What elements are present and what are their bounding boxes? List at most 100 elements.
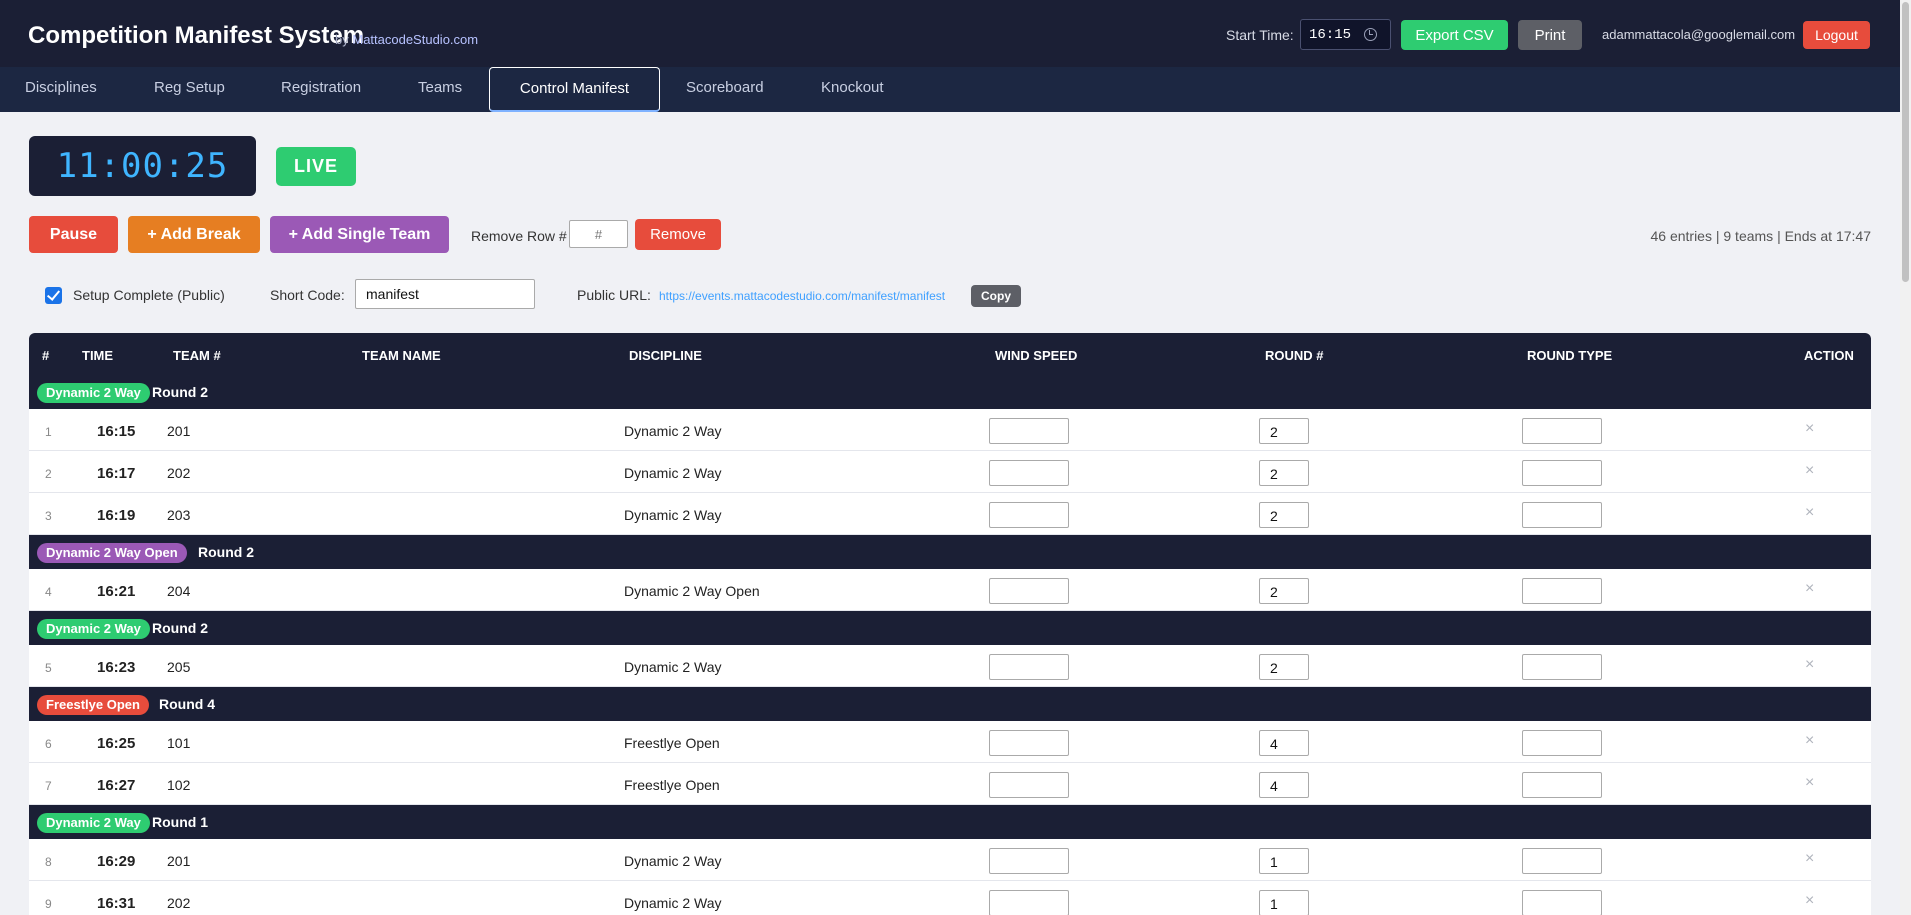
row-number: 4 — [45, 585, 52, 599]
round-number-input[interactable]: 2 — [1259, 578, 1309, 604]
page-scrollbar[interactable] — [1900, 0, 1911, 915]
wind-speed-input[interactable] — [989, 460, 1069, 486]
round-type-input[interactable] — [1522, 848, 1602, 874]
clock-icon[interactable] — [1364, 28, 1377, 41]
delete-row-icon[interactable]: × — [1805, 850, 1814, 868]
round-number-input[interactable]: 4 — [1259, 730, 1309, 756]
user-email: adammattacola@googlemail.com — [1602, 27, 1796, 42]
row-number: 1 — [45, 425, 52, 439]
short-code-label: Short Code: — [270, 287, 345, 303]
round-type-input[interactable] — [1522, 418, 1602, 444]
delete-row-icon[interactable]: × — [1805, 420, 1814, 438]
tab-scoreboard[interactable]: Scoreboard — [686, 67, 764, 112]
wind-speed-input[interactable] — [989, 502, 1069, 528]
round-number-input[interactable]: 2 — [1259, 460, 1309, 486]
discipline-badge: Dynamic 2 Way Open — [37, 543, 187, 563]
remove-row-label: Remove Row # — [471, 228, 567, 244]
round-type-input[interactable] — [1522, 654, 1602, 680]
copy-url-button[interactable]: Copy — [971, 285, 1021, 307]
export-csv-button[interactable]: Export CSV — [1401, 20, 1508, 50]
row-time: 16:17 — [97, 465, 136, 482]
round-number-input[interactable]: 2 — [1259, 418, 1309, 444]
row-discipline: Freestlye Open — [624, 777, 720, 793]
logout-button[interactable]: Logout — [1803, 21, 1870, 49]
row-team-number: 101 — [167, 735, 191, 751]
round-number-input[interactable]: 2 — [1259, 502, 1309, 528]
round-number-input[interactable]: 1 — [1259, 848, 1309, 874]
round-type-input[interactable] — [1522, 730, 1602, 756]
round-type-input[interactable] — [1522, 460, 1602, 486]
live-clock: 11:00:25 — [29, 136, 256, 196]
tab-teams[interactable]: Teams — [418, 67, 462, 112]
table-row: 4 16:21 204 Dynamic 2 Way Open 2 × — [29, 569, 1871, 611]
row-number: 5 — [45, 661, 52, 675]
table-row: 1 16:15 201 Dynamic 2 Way 2 × — [29, 409, 1871, 451]
delete-row-icon[interactable]: × — [1805, 892, 1814, 910]
row-number: 7 — [45, 779, 52, 793]
table-header: # TIME TEAM # TEAM NAME DISCIPLINE WIND … — [29, 333, 1871, 375]
row-discipline: Dynamic 2 Way — [624, 465, 722, 481]
header-team-name: TEAM NAME — [362, 348, 441, 363]
header-action: ACTION — [1804, 348, 1854, 363]
round-number-input[interactable]: 4 — [1259, 772, 1309, 798]
tab-control-manifest[interactable]: Control Manifest — [489, 67, 660, 112]
tab-disciplines[interactable]: Disciplines — [25, 67, 97, 112]
wind-speed-input[interactable] — [989, 772, 1069, 798]
start-time-input[interactable]: 16:15 — [1300, 19, 1391, 50]
wind-speed-input[interactable] — [989, 654, 1069, 680]
row-number: 6 — [45, 737, 52, 751]
row-discipline: Dynamic 2 Way — [624, 507, 722, 523]
row-discipline: Dynamic 2 Way — [624, 853, 722, 869]
round-number-input[interactable]: 2 — [1259, 654, 1309, 680]
group-header-row: Dynamic 2 Way Open Round 2 — [29, 535, 1871, 569]
table-row: 2 16:17 202 Dynamic 2 Way 2 × — [29, 451, 1871, 493]
table-row: 6 16:25 101 Freestlye Open 4 × — [29, 721, 1871, 763]
header-wind-speed: WIND SPEED — [995, 348, 1078, 363]
wind-speed-input[interactable] — [989, 848, 1069, 874]
round-type-input[interactable] — [1522, 772, 1602, 798]
wind-speed-input[interactable] — [989, 890, 1069, 915]
delete-row-icon[interactable]: × — [1805, 504, 1814, 522]
row-discipline: Dynamic 2 Way — [624, 895, 722, 911]
delete-row-icon[interactable]: × — [1805, 732, 1814, 750]
remove-button[interactable]: Remove — [635, 219, 721, 250]
delete-row-icon[interactable]: × — [1805, 462, 1814, 480]
round-type-input[interactable] — [1522, 502, 1602, 528]
start-time-label: Start Time: — [1226, 27, 1294, 43]
pause-button[interactable]: Pause — [29, 216, 118, 253]
scrollbar-thumb[interactable] — [1902, 2, 1909, 282]
print-button[interactable]: Print — [1518, 20, 1582, 50]
brand-link[interactable]: MattacodeStudio.com — [352, 32, 478, 47]
row-discipline: Dynamic 2 Way — [624, 423, 722, 439]
remove-row-input[interactable] — [569, 220, 628, 248]
round-type-input[interactable] — [1522, 578, 1602, 604]
tab-reg-setup[interactable]: Reg Setup — [154, 67, 225, 112]
group-header-row: Freestlye Open Round 4 — [29, 687, 1871, 721]
row-time: 16:31 — [97, 895, 136, 912]
discipline-badge: Dynamic 2 Way — [37, 383, 150, 403]
row-team-number: 201 — [167, 853, 191, 869]
delete-row-icon[interactable]: × — [1805, 774, 1814, 792]
round-number-input[interactable]: 1 — [1259, 890, 1309, 915]
group-round-label: Round 1 — [152, 814, 208, 830]
row-time: 16:25 — [97, 735, 136, 752]
public-url-link[interactable]: https://events.mattacodestudio.com/manif… — [659, 289, 945, 303]
table-row: 5 16:23 205 Dynamic 2 Way 2 × — [29, 645, 1871, 687]
row-time: 16:21 — [97, 583, 136, 600]
wind-speed-input[interactable] — [989, 418, 1069, 444]
wind-speed-input[interactable] — [989, 730, 1069, 756]
by-prefix: by — [335, 32, 349, 47]
wind-speed-input[interactable] — [989, 578, 1069, 604]
delete-row-icon[interactable]: × — [1805, 656, 1814, 674]
row-team-number: 202 — [167, 895, 191, 911]
tab-registration[interactable]: Registration — [281, 67, 361, 112]
tab-knockout[interactable]: Knockout — [821, 67, 884, 112]
add-single-team-button[interactable]: + Add Single Team — [270, 216, 449, 253]
short-code-input[interactable] — [355, 279, 535, 309]
header-round-num: ROUND # — [1265, 348, 1324, 363]
add-break-button[interactable]: + Add Break — [128, 216, 260, 253]
discipline-badge: Dynamic 2 Way — [37, 619, 150, 639]
delete-row-icon[interactable]: × — [1805, 580, 1814, 598]
setup-complete-checkbox[interactable] — [45, 287, 62, 304]
round-type-input[interactable] — [1522, 890, 1602, 915]
